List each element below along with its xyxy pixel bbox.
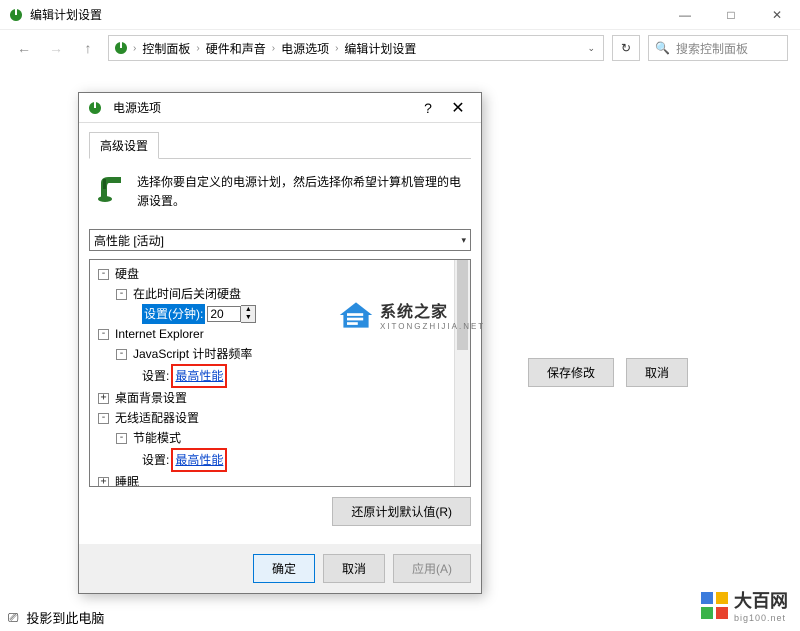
dialog-titlebar: 电源选项 ? ✕ <box>79 93 481 123</box>
chevron-right-icon: › <box>272 43 275 54</box>
watermark-big100: 大百网 big100.net <box>701 587 788 623</box>
back-button[interactable]: ← <box>12 36 36 60</box>
logo-squares <box>701 592 728 619</box>
apply-button[interactable]: 应用(A) <box>393 554 471 583</box>
scrollbar-thumb[interactable] <box>457 260 468 350</box>
node-sleep[interactable]: 睡眠 <box>115 472 139 486</box>
chevron-right-icon: › <box>196 43 199 54</box>
collapse-icon[interactable]: - <box>98 413 109 424</box>
setting-label: 设置: <box>142 366 169 386</box>
dialog-close-button[interactable]: ✕ <box>443 98 473 118</box>
power-icon <box>8 7 24 23</box>
collapse-icon[interactable]: - <box>98 329 109 340</box>
dialog-description: 选择你要自定义的电源计划，然后选择你希望计算机管理的电源设置。 <box>137 173 465 211</box>
collapse-icon[interactable]: - <box>116 289 127 300</box>
settings-tree[interactable]: -硬盘 -在此时间后关闭硬盘 设置(分钟): ▲▼ -Internet Expl… <box>92 264 452 486</box>
node-hdd[interactable]: 硬盘 <box>115 264 139 284</box>
collapse-icon[interactable]: - <box>116 433 127 444</box>
node-desktop-bg[interactable]: 桌面背景设置 <box>115 388 187 408</box>
power-icon <box>113 40 129 56</box>
restore-defaults-button[interactable]: 还原计划默认值(R) <box>332 497 471 526</box>
power-options-dialog: 电源选项 ? ✕ 高级设置 选择你要自定义的电源计划，然后选择你希望计算机管理的… <box>78 92 482 594</box>
crumb-hardware-sound[interactable]: 硬件和声音 <box>204 38 268 59</box>
up-button[interactable]: ↑ <box>76 36 100 60</box>
minutes-spinner[interactable]: ▲▼ <box>207 305 256 323</box>
chevron-down-icon: ▾ <box>461 235 466 246</box>
crumb-power-options[interactable]: 电源选项 <box>279 38 331 59</box>
expand-icon[interactable]: + <box>98 393 109 404</box>
maximize-button[interactable]: □ <box>708 0 754 30</box>
setting-label: 设置: <box>142 450 169 470</box>
search-icon: 🔍 <box>655 41 670 55</box>
address-bar: ← → ↑ › 控制面板 › 硬件和声音 › 电源选项 › 编辑计划设置 ⌄ ↻… <box>0 30 800 66</box>
setting-minutes-label[interactable]: 设置(分钟): <box>142 304 205 324</box>
power-icon <box>87 100 103 116</box>
tab-advanced[interactable]: 高级设置 <box>89 132 159 159</box>
search-input[interactable]: 🔍 搜索控制面板 <box>648 35 788 61</box>
ok-button[interactable]: 确定 <box>253 554 315 583</box>
power-meter-icon <box>95 173 127 205</box>
tab-strip: 高级设置 <box>89 131 471 159</box>
save-button[interactable]: 保存修改 <box>528 358 614 387</box>
forward-button[interactable]: → <box>44 36 68 60</box>
collapse-icon[interactable]: - <box>116 349 127 360</box>
spin-down[interactable]: ▼ <box>241 314 255 322</box>
projector-icon: ⎚ <box>8 610 18 626</box>
crumb-control-panel[interactable]: 控制面板 <box>140 38 192 59</box>
node-wireless[interactable]: 无线适配器设置 <box>115 408 199 428</box>
help-button[interactable]: ? <box>413 100 443 116</box>
node-js-timer[interactable]: JavaScript 计时器频率 <box>133 344 252 364</box>
search-placeholder: 搜索控制面板 <box>676 40 748 57</box>
collapse-icon[interactable]: - <box>98 269 109 280</box>
breadcrumb[interactable]: › 控制面板 › 硬件和声音 › 电源选项 › 编辑计划设置 ⌄ <box>108 35 604 61</box>
dialog-cancel-button[interactable]: 取消 <box>323 554 385 583</box>
plan-select[interactable]: 高性能 [活动] ▾ <box>89 229 471 251</box>
minutes-input[interactable] <box>207 306 241 322</box>
watermark2-sub: big100.net <box>734 613 788 623</box>
minimize-button[interactable]: — <box>662 0 708 30</box>
chevron-right-icon: › <box>133 43 136 54</box>
setting-max-perf-1[interactable]: 最高性能 <box>175 369 223 383</box>
expand-icon[interactable]: + <box>98 477 109 487</box>
window-title: 编辑计划设置 <box>30 6 662 23</box>
cancel-button[interactable]: 取消 <box>626 358 688 387</box>
refresh-button[interactable]: ↻ <box>612 35 640 61</box>
dialog-title: 电源选项 <box>113 99 161 116</box>
watermark2-title: 大百网 <box>734 587 788 613</box>
node-hdd-off[interactable]: 在此时间后关闭硬盘 <box>133 284 241 304</box>
chevron-right-icon: › <box>335 43 338 54</box>
close-button[interactable]: ✕ <box>754 0 800 30</box>
task-label: 投影到此电脑 <box>26 608 104 627</box>
spin-up[interactable]: ▲ <box>241 306 255 314</box>
window-titlebar: 编辑计划设置 — □ ✕ <box>0 0 800 30</box>
task-item[interactable]: ⎚ 投影到此电脑 <box>8 608 104 627</box>
setting-max-perf-2[interactable]: 最高性能 <box>175 453 223 467</box>
scrollbar[interactable] <box>454 260 470 486</box>
plan-selected-value: 高性能 [活动] <box>94 232 164 249</box>
crumb-edit-plan[interactable]: 编辑计划设置 <box>342 38 418 59</box>
chevron-down-icon[interactable]: ⌄ <box>583 43 599 54</box>
node-power-save[interactable]: 节能模式 <box>133 428 181 448</box>
node-ie[interactable]: Internet Explorer <box>115 324 204 344</box>
